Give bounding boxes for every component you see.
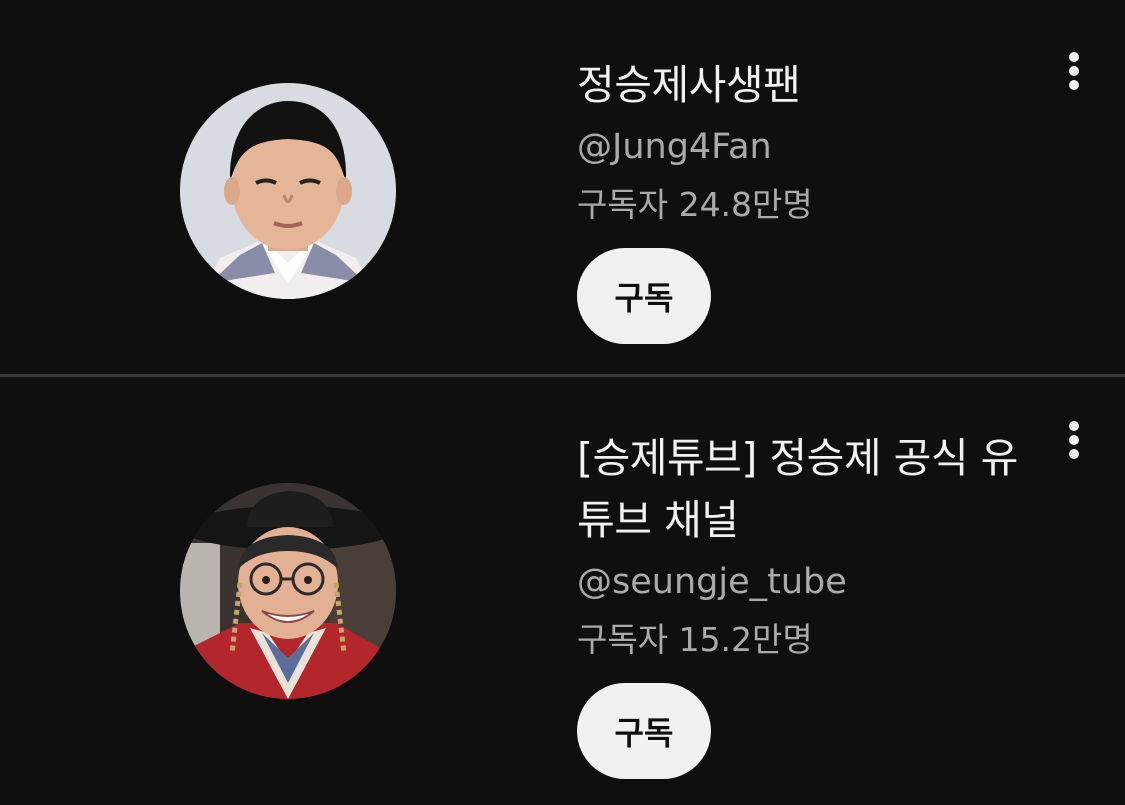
channel-avatar[interactable] bbox=[180, 83, 396, 299]
channel-handle: @seungje_tube bbox=[577, 562, 847, 602]
channel-title[interactable]: [승제튜브] 정승제 공식 유튜브 채널 bbox=[577, 427, 1037, 551]
more-vert-icon bbox=[1069, 52, 1079, 90]
more-options-button[interactable] bbox=[1054, 46, 1094, 96]
man-in-traditional-hat-avatar-icon bbox=[180, 483, 396, 699]
subscribe-button[interactable]: 구독 bbox=[577, 683, 711, 779]
channel-info: 정승제사생팬 @Jung4Fan 구독자 24.8만명 구독 bbox=[577, 54, 1037, 344]
channel-handle: @Jung4Fan bbox=[577, 127, 772, 167]
channel-info: [승제튜브] 정승제 공식 유튜브 채널 @seungje_tube 구독자 1… bbox=[577, 427, 1037, 779]
channel-title[interactable]: 정승제사생팬 bbox=[577, 54, 1037, 116]
more-vert-icon bbox=[1069, 421, 1079, 459]
channel-list-item[interactable]: 정승제사생팬 @Jung4Fan 구독자 24.8만명 구독 bbox=[0, 0, 1125, 374]
channel-avatar[interactable] bbox=[180, 483, 396, 699]
subscriber-count: 구독자 24.8만명 bbox=[577, 185, 813, 224]
more-options-button[interactable] bbox=[1054, 415, 1094, 465]
subscribe-button[interactable]: 구독 bbox=[577, 248, 711, 344]
boy-portrait-avatar-icon bbox=[180, 83, 396, 299]
channel-list-item[interactable]: [승제튜브] 정승제 공식 유튜브 채널 @seungje_tube 구독자 1… bbox=[0, 377, 1125, 805]
subscriber-count: 구독자 15.2만명 bbox=[577, 620, 813, 659]
